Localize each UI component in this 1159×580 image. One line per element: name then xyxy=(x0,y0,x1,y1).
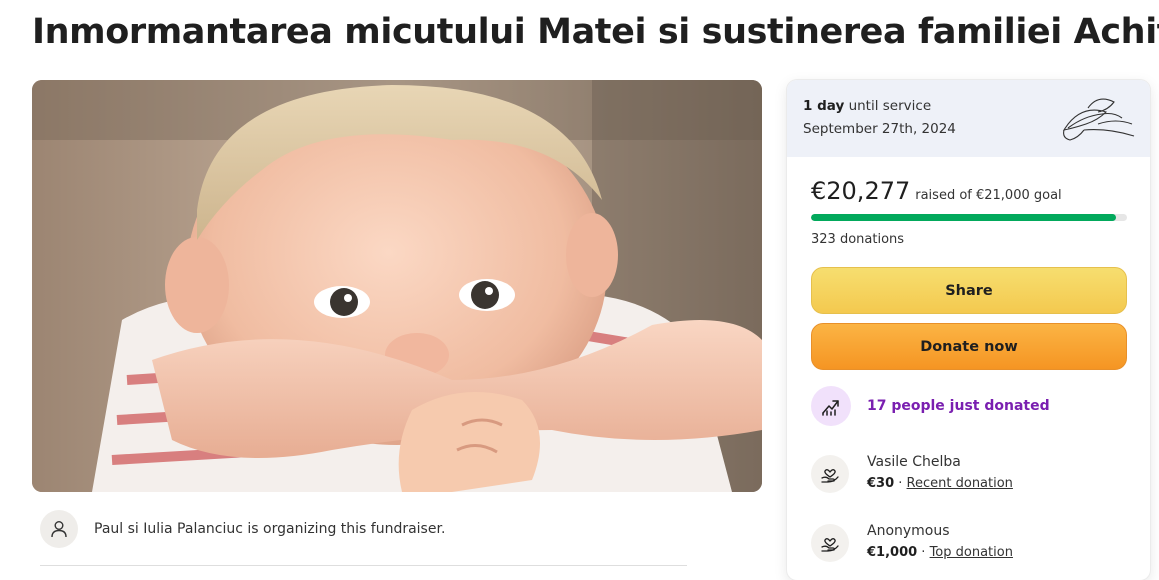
recent-donations-indicator[interactable]: 17 people just donated xyxy=(811,386,1050,426)
donation-count: 323 donations xyxy=(811,232,905,247)
campaign-hero-image[interactable] xyxy=(32,80,762,492)
service-days: 1 day xyxy=(803,98,845,114)
person-icon xyxy=(40,510,78,548)
share-button[interactable]: Share xyxy=(811,267,1127,314)
donor-meta: €30 · Recent donation xyxy=(867,476,1013,492)
organizer-text: Paul si Iulia Palanciuc is organizing th… xyxy=(94,521,446,537)
donor-item: Vasile Chelba €30 · Recent donation xyxy=(811,453,1013,493)
service-until-label: until service xyxy=(848,98,932,114)
heart-hand-icon xyxy=(811,524,849,562)
donor-name: Vasile Chelba xyxy=(867,454,961,470)
recent-donation-link[interactable]: Recent donation xyxy=(907,476,1013,491)
progress-bar xyxy=(811,214,1127,221)
raised-amount: €20,277 xyxy=(811,177,911,205)
top-donation-link[interactable]: Top donation xyxy=(930,545,1013,560)
organizer-row: Paul si Iulia Palanciuc is organizing th… xyxy=(40,510,445,548)
recent-donations-text: 17 people just donated xyxy=(867,398,1050,414)
donor-amount: €30 xyxy=(867,476,895,491)
donor-meta: €1,000 · Top donation xyxy=(867,545,1013,561)
donation-panel: 1 day until service September 27th, 2024… xyxy=(787,80,1150,580)
heart-hand-icon xyxy=(811,455,849,493)
donor-amount: €1,000 xyxy=(867,545,918,560)
donor-item: Anonymous €1,000 · Top donation xyxy=(811,522,1013,562)
service-banner: 1 day until service September 27th, 2024 xyxy=(787,80,1150,157)
section-divider xyxy=(40,565,687,566)
raised-summary: €20,277 raised of €21,000 goal xyxy=(811,177,1062,205)
progress-fill xyxy=(811,214,1117,221)
lily-flower-icon xyxy=(1062,98,1135,141)
donate-now-button[interactable]: Donate now xyxy=(811,323,1127,370)
donor-separator: · xyxy=(894,476,907,491)
trending-up-icon xyxy=(811,386,851,426)
service-countdown: 1 day until service xyxy=(803,98,931,114)
service-date: September 27th, 2024 xyxy=(803,121,956,137)
donor-separator: · xyxy=(917,545,930,560)
goal-text: raised of €21,000 goal xyxy=(915,188,1062,203)
page-title: Inmormantarea micutului Matei si sustine… xyxy=(32,12,1159,52)
child-photo-illustration xyxy=(32,80,762,492)
donor-name: Anonymous xyxy=(867,523,950,539)
